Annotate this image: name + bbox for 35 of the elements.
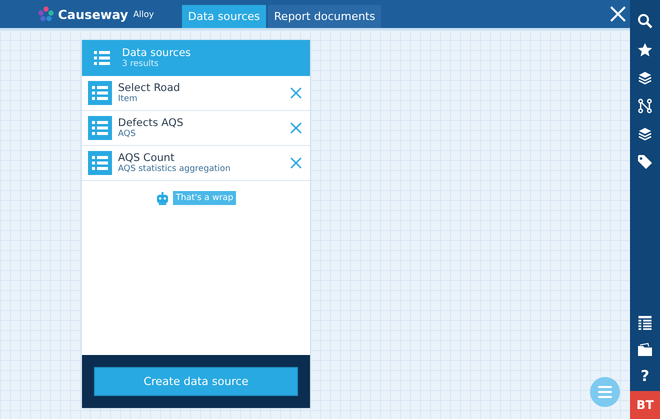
user-avatar[interactable]: BT	[630, 391, 660, 419]
panel-title: Data sources	[122, 47, 192, 59]
search-icon[interactable]	[637, 13, 653, 29]
list-icon	[88, 151, 112, 175]
product-name: Alloy	[133, 10, 154, 20]
end-message: That's a wrap	[172, 191, 236, 205]
table-icon[interactable]	[637, 315, 653, 330]
item-title: Select Road	[118, 82, 182, 94]
data-source-item[interactable]: Defects AQS AQS	[82, 111, 310, 146]
remove-icon[interactable]	[290, 122, 302, 134]
star-icon[interactable]	[637, 42, 653, 58]
list-icon	[88, 81, 112, 105]
item-type: AQS	[118, 129, 137, 139]
data-source-item[interactable]: AQS Count AQS statistics aggregation	[82, 146, 310, 181]
remove-icon[interactable]	[290, 87, 302, 99]
item-title: Defects AQS	[118, 117, 184, 129]
brand-name: Causeway	[58, 6, 128, 22]
layers-icon[interactable]	[638, 127, 652, 141]
help-icon[interactable]: ?	[640, 367, 650, 385]
data-source-item[interactable]: Select Road Item	[82, 76, 310, 111]
result-count: 3 results	[122, 59, 160, 69]
logo-icon	[38, 6, 54, 22]
nodes-icon[interactable]	[638, 98, 652, 114]
menu-icon	[598, 386, 612, 398]
item-type: AQS statistics aggregation	[118, 164, 232, 174]
list-icon	[88, 116, 112, 140]
remove-icon[interactable]	[290, 157, 302, 169]
close-icon[interactable]	[610, 6, 626, 22]
item-type: Item	[118, 94, 138, 104]
layers-icon[interactable]	[638, 71, 652, 85]
tag-icon[interactable]	[637, 154, 653, 170]
tab[interactable]: Report documents	[268, 5, 382, 28]
robot-icon	[156, 192, 169, 204]
folder-icon[interactable]	[637, 343, 653, 357]
item-title: AQS Count	[118, 152, 176, 164]
